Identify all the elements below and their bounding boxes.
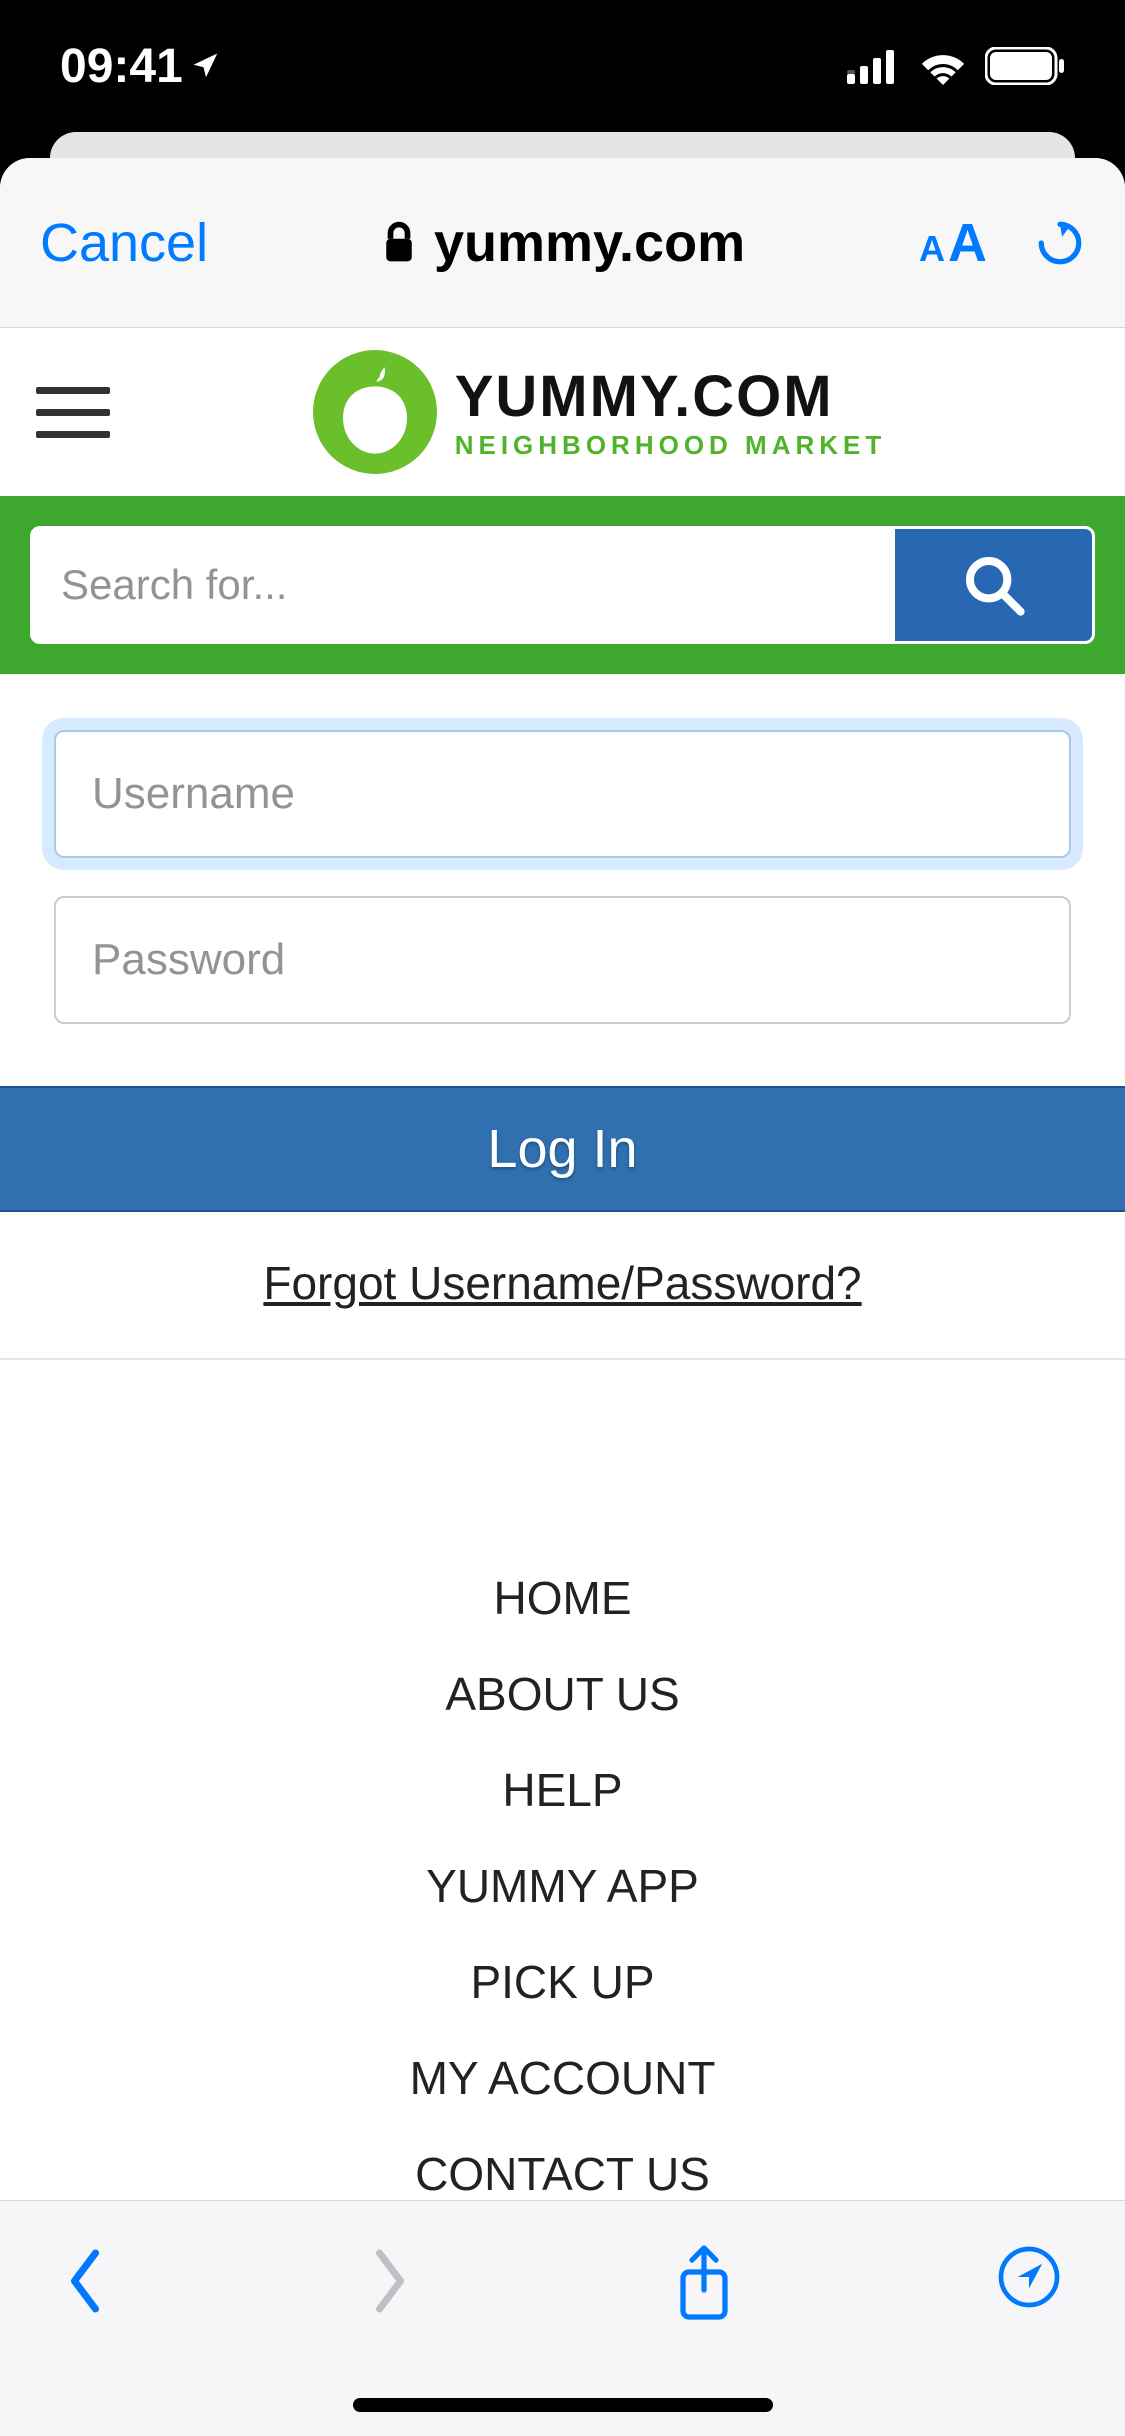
footer-link-help[interactable]: HELP [54, 1742, 1071, 1838]
status-bar: 09:41 [0, 0, 1125, 132]
password-field[interactable] [54, 896, 1071, 1024]
forgot-password-link[interactable]: Forgot Username/Password? [263, 1257, 861, 1309]
lock-icon [382, 221, 416, 265]
status-time: 09:41 [60, 39, 221, 94]
footer-link-about[interactable]: ABOUT US [54, 1646, 1071, 1742]
login-button[interactable]: Log In [0, 1086, 1125, 1212]
logo-mark [313, 350, 437, 474]
forward-button [369, 2245, 411, 2322]
share-button[interactable] [674, 2245, 734, 2328]
aa-big: A [948, 212, 987, 274]
reload-icon[interactable] [1035, 215, 1085, 271]
back-button[interactable] [64, 2245, 106, 2322]
footer-link-app[interactable]: YUMMY APP [54, 1838, 1071, 1934]
safari-tabs-button[interactable] [997, 2245, 1061, 2314]
text-size-button[interactable]: AA [919, 212, 987, 274]
apple-icon [335, 367, 415, 457]
search-box [30, 526, 1095, 644]
address-domain: yummy.com [434, 212, 745, 274]
background-tab-peek [50, 132, 1075, 158]
forgot-link-wrap: Forgot Username/Password? [0, 1212, 1125, 1360]
search-bar [0, 496, 1125, 674]
logo-title: YUMMY.COM [455, 363, 887, 430]
search-button[interactable] [895, 526, 1095, 644]
search-input[interactable] [33, 529, 895, 641]
address-center[interactable]: yummy.com [208, 212, 919, 274]
site-logo[interactable]: YUMMY.COM NEIGHBORHOOD MARKET [110, 350, 1089, 474]
footer-link-pickup[interactable]: PICK UP [54, 1934, 1071, 2030]
footer-link-home[interactable]: HOME [54, 1550, 1071, 1646]
footer-link-account[interactable]: MY ACCOUNT [54, 2030, 1071, 2126]
search-icon [962, 553, 1026, 617]
site-header: YUMMY.COM NEIGHBORHOOD MARKET [0, 328, 1125, 496]
wifi-icon [917, 47, 969, 85]
login-form: Log In Forgot Username/Password? HOME AB… [0, 674, 1125, 2222]
username-field[interactable] [54, 730, 1071, 858]
status-time-text: 09:41 [60, 39, 183, 94]
signal-icon [847, 48, 901, 84]
logo-subtitle: NEIGHBORHOOD MARKET [455, 430, 887, 461]
webpage-content: YUMMY.COM NEIGHBORHOOD MARKET Log In [0, 328, 1125, 2436]
aa-small: A [919, 228, 945, 270]
battery-icon [985, 47, 1065, 85]
logo-text: YUMMY.COM NEIGHBORHOOD MARKET [455, 363, 887, 461]
address-right: AA [919, 212, 1085, 274]
address-bar: Cancel yummy.com AA [0, 158, 1125, 328]
home-indicator[interactable] [353, 2398, 773, 2412]
footer-nav: HOME ABOUT US HELP YUMMY APP PICK UP MY … [54, 1360, 1071, 2222]
location-icon [191, 51, 221, 81]
menu-button[interactable] [36, 387, 110, 438]
browser-sheet: Cancel yummy.com AA [0, 158, 1125, 2436]
status-icons [847, 47, 1065, 85]
cancel-button[interactable]: Cancel [40, 212, 208, 274]
